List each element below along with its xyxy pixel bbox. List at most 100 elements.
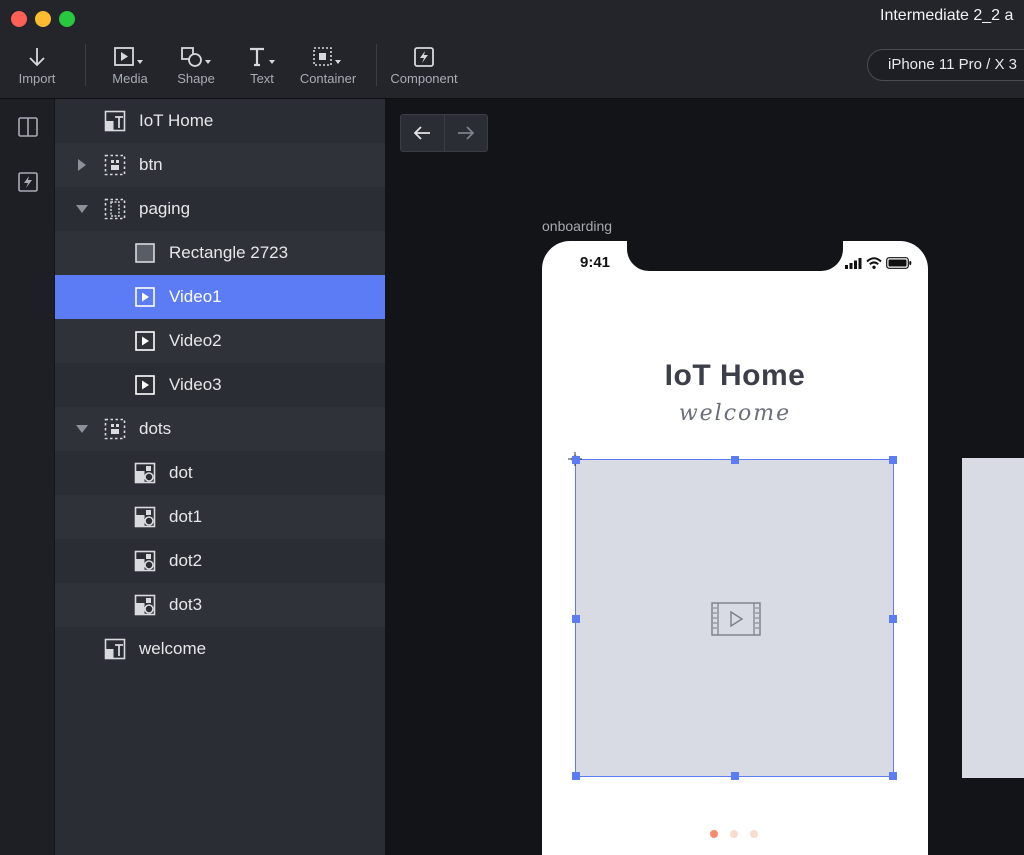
paging-container-icon — [104, 198, 126, 220]
shape-group-icon — [134, 462, 156, 484]
toolbar-divider — [85, 44, 86, 86]
back-button[interactable] — [401, 115, 444, 151]
shape-group-icon — [134, 550, 156, 572]
resize-handle-ne[interactable] — [889, 456, 897, 464]
close-window-button[interactable] — [11, 11, 27, 27]
layer-row-paging[interactable]: paging — [55, 187, 385, 231]
video-icon — [134, 374, 156, 396]
layer-row-dot3[interactable]: dot3 — [55, 583, 385, 627]
component-label: Component — [390, 71, 458, 86]
layers-panel-icon[interactable] — [17, 116, 39, 138]
media-play-icon — [95, 44, 165, 70]
video-icon — [134, 286, 156, 308]
media-label: Media — [112, 71, 148, 86]
forward-button[interactable] — [443, 115, 488, 151]
video-icon — [134, 330, 156, 352]
text-image-icon — [104, 638, 126, 660]
layer-label: Video1 — [169, 287, 222, 306]
layers-panel: IoT Home btn paging Rectangle 2723 Video1 Vid… — [55, 99, 385, 855]
arrow-down-icon — [2, 44, 72, 70]
layer-label: dot3 — [169, 595, 203, 614]
wifi-icon — [866, 257, 882, 269]
text-label: Text — [250, 71, 274, 86]
container-icon — [293, 44, 363, 70]
layer-row-rectangle-2723[interactable]: Rectangle 2723 — [55, 231, 385, 275]
left-rail — [0, 99, 55, 855]
layer-row-video3[interactable]: Video3 — [55, 363, 385, 407]
status-icons — [845, 257, 912, 269]
layer-label: dot — [169, 463, 193, 482]
container-icon — [104, 154, 126, 176]
layer-label: welcome — [139, 639, 207, 658]
layer-row-video1[interactable]: Video1 — [55, 275, 385, 319]
resize-handle-nw[interactable] — [572, 456, 580, 464]
zoom-window-button[interactable] — [59, 11, 75, 27]
import-label: Import — [18, 71, 56, 86]
title-toolbar: Intermediate 2_2 a Import Media Shape Te… — [0, 0, 1024, 99]
text-button[interactable]: Text — [227, 44, 297, 86]
shape-label: Shape — [177, 71, 215, 86]
toolbar-divider — [376, 44, 377, 86]
resize-handle-se[interactable] — [889, 772, 897, 780]
resize-handle-sw[interactable] — [572, 772, 580, 780]
lightning-icon — [389, 44, 459, 70]
text-icon — [227, 44, 297, 70]
layer-label: IoT Home — [139, 111, 214, 130]
layer-row-iot-home[interactable]: IoT Home — [55, 99, 385, 143]
layer-label: btn — [139, 155, 163, 174]
shape-group-icon — [134, 594, 156, 616]
container-icon — [104, 418, 126, 440]
expand-arrow-icon[interactable] — [78, 159, 86, 171]
components-panel-icon[interactable] — [17, 171, 39, 193]
signal-icon — [845, 258, 862, 269]
container-label: Container — [299, 71, 357, 86]
minimize-window-button[interactable] — [35, 11, 51, 27]
design-canvas[interactable]: onboarding 9:41 IoT Home welcome — [385, 99, 1024, 855]
next-artboard-preview[interactable] — [962, 458, 1024, 778]
layer-row-welcome[interactable]: welcome — [55, 627, 385, 671]
artboard-label[interactable]: onboarding — [542, 218, 612, 234]
shape-button[interactable]: Shape — [161, 44, 231, 86]
layer-row-video2[interactable]: Video2 — [55, 319, 385, 363]
layer-row-dot1[interactable]: dot1 — [55, 495, 385, 539]
shape-group-icon — [134, 506, 156, 528]
device-selector[interactable]: iPhone 11 Pro / X 3 — [867, 49, 1024, 81]
layer-label: dots — [139, 419, 172, 438]
container-button[interactable]: Container — [293, 44, 363, 86]
dot-active[interactable] — [710, 830, 718, 838]
layer-label: dot2 — [169, 551, 203, 570]
layer-row-dot[interactable]: dot — [55, 451, 385, 495]
phone-notch — [627, 239, 843, 271]
resize-handle-n[interactable] — [731, 456, 739, 464]
collapse-arrow-icon[interactable] — [76, 205, 88, 213]
history-nav — [400, 114, 488, 152]
layer-label: paging — [139, 199, 191, 218]
app-subtitle[interactable]: welcome — [542, 401, 928, 426]
video1-element[interactable] — [568, 452, 897, 780]
import-button[interactable]: Import — [2, 44, 72, 86]
app-title[interactable]: IoT Home — [542, 359, 928, 393]
rectangle-icon — [134, 242, 156, 264]
window-title: Intermediate 2_2 a — [880, 7, 1014, 24]
media-button[interactable]: Media — [95, 44, 165, 86]
layer-row-btn[interactable]: btn — [55, 143, 385, 187]
shape-icon — [161, 44, 231, 70]
layer-label: Rectangle 2723 — [169, 243, 289, 262]
resize-handle-s[interactable] — [731, 772, 739, 780]
layer-row-dot2[interactable]: dot2 — [55, 539, 385, 583]
layer-row-dots[interactable]: dots — [55, 407, 385, 451]
arrow-right-icon — [457, 126, 475, 140]
layer-label: dot1 — [169, 507, 203, 526]
component-button[interactable]: Component — [389, 44, 459, 86]
battery-icon — [886, 257, 912, 269]
video-placeholder-icon — [711, 602, 761, 636]
artboard-phone[interactable]: 9:41 IoT Home welcome — [542, 239, 928, 855]
layer-label: Video3 — [169, 375, 222, 394]
resize-handle-e[interactable] — [889, 615, 897, 623]
collapse-arrow-icon[interactable] — [76, 425, 88, 433]
paging-dots — [710, 830, 758, 838]
resize-handle-w[interactable] — [572, 615, 580, 623]
dot[interactable] — [730, 830, 738, 838]
window-controls — [11, 11, 75, 27]
dot[interactable] — [750, 830, 758, 838]
